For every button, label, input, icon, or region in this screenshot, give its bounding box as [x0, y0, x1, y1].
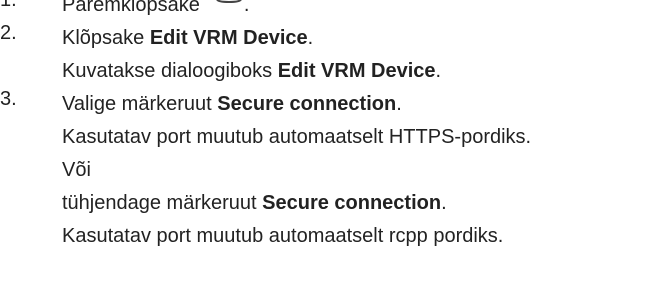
- step-3: 3. Valige märkeruut Secure connection. K…: [0, 88, 531, 253]
- step-2-result-text: Kuvatakse dialoogiboks: [62, 60, 278, 82]
- step-3-result: Kasutatav port muutub automaatselt HTTPS…: [62, 126, 532, 148]
- step-3-instruction: Valige märkeruut Secure connection.: [62, 88, 531, 121]
- step-2: 2. Klõpsake Edit VRM Device. Kuvatakse d…: [0, 22, 531, 88]
- step-number: 2.: [0, 22, 17, 44]
- step-3-alt-ui-label: Secure connection: [262, 192, 442, 214]
- step-2-result-period: .: [435, 60, 442, 82]
- step-3-alt-period: .: [441, 192, 447, 214]
- step-2-ui-label: Edit VRM Device: [149, 27, 308, 49]
- step-2-period: .: [307, 27, 314, 49]
- step-3-or: Või: [62, 159, 91, 181]
- step-1-text: Paremklõpsake: [62, 0, 200, 16]
- vrm-device-icon: [214, 0, 244, 3]
- step-3-ui-label: Secure connection: [217, 93, 397, 115]
- step-1-instruction: Paremklõpsake .: [62, 0, 531, 22]
- step-3-text: Valige märkeruut: [62, 93, 218, 115]
- step-2-result-ui-label: Edit VRM Device: [277, 60, 436, 82]
- step-2-result: Kuvatakse dialoogiboks Edit VRM Device.: [62, 55, 531, 88]
- step-3-alt-instruction: tühjendage märkeruut Secure connection.: [62, 187, 531, 220]
- step-1: 1. Paremklõpsake .: [0, 0, 531, 22]
- step-3-alt-text: tühjendage märkeruut: [62, 192, 263, 214]
- step-2-instruction: Klõpsake Edit VRM Device.: [62, 22, 531, 55]
- step-number: 1.: [0, 0, 17, 11]
- step-1-period: .: [243, 0, 250, 16]
- step-3-period: .: [396, 93, 402, 115]
- procedure-steps: 1. Paremklõpsake . 2. Klõpsake Edit VRM …: [0, 0, 531, 253]
- step-number: 3.: [0, 88, 17, 110]
- step-3-alt-result: Kasutatav port muutub automaatselt rcpp …: [62, 225, 504, 247]
- step-2-text: Klõpsake: [62, 27, 150, 49]
